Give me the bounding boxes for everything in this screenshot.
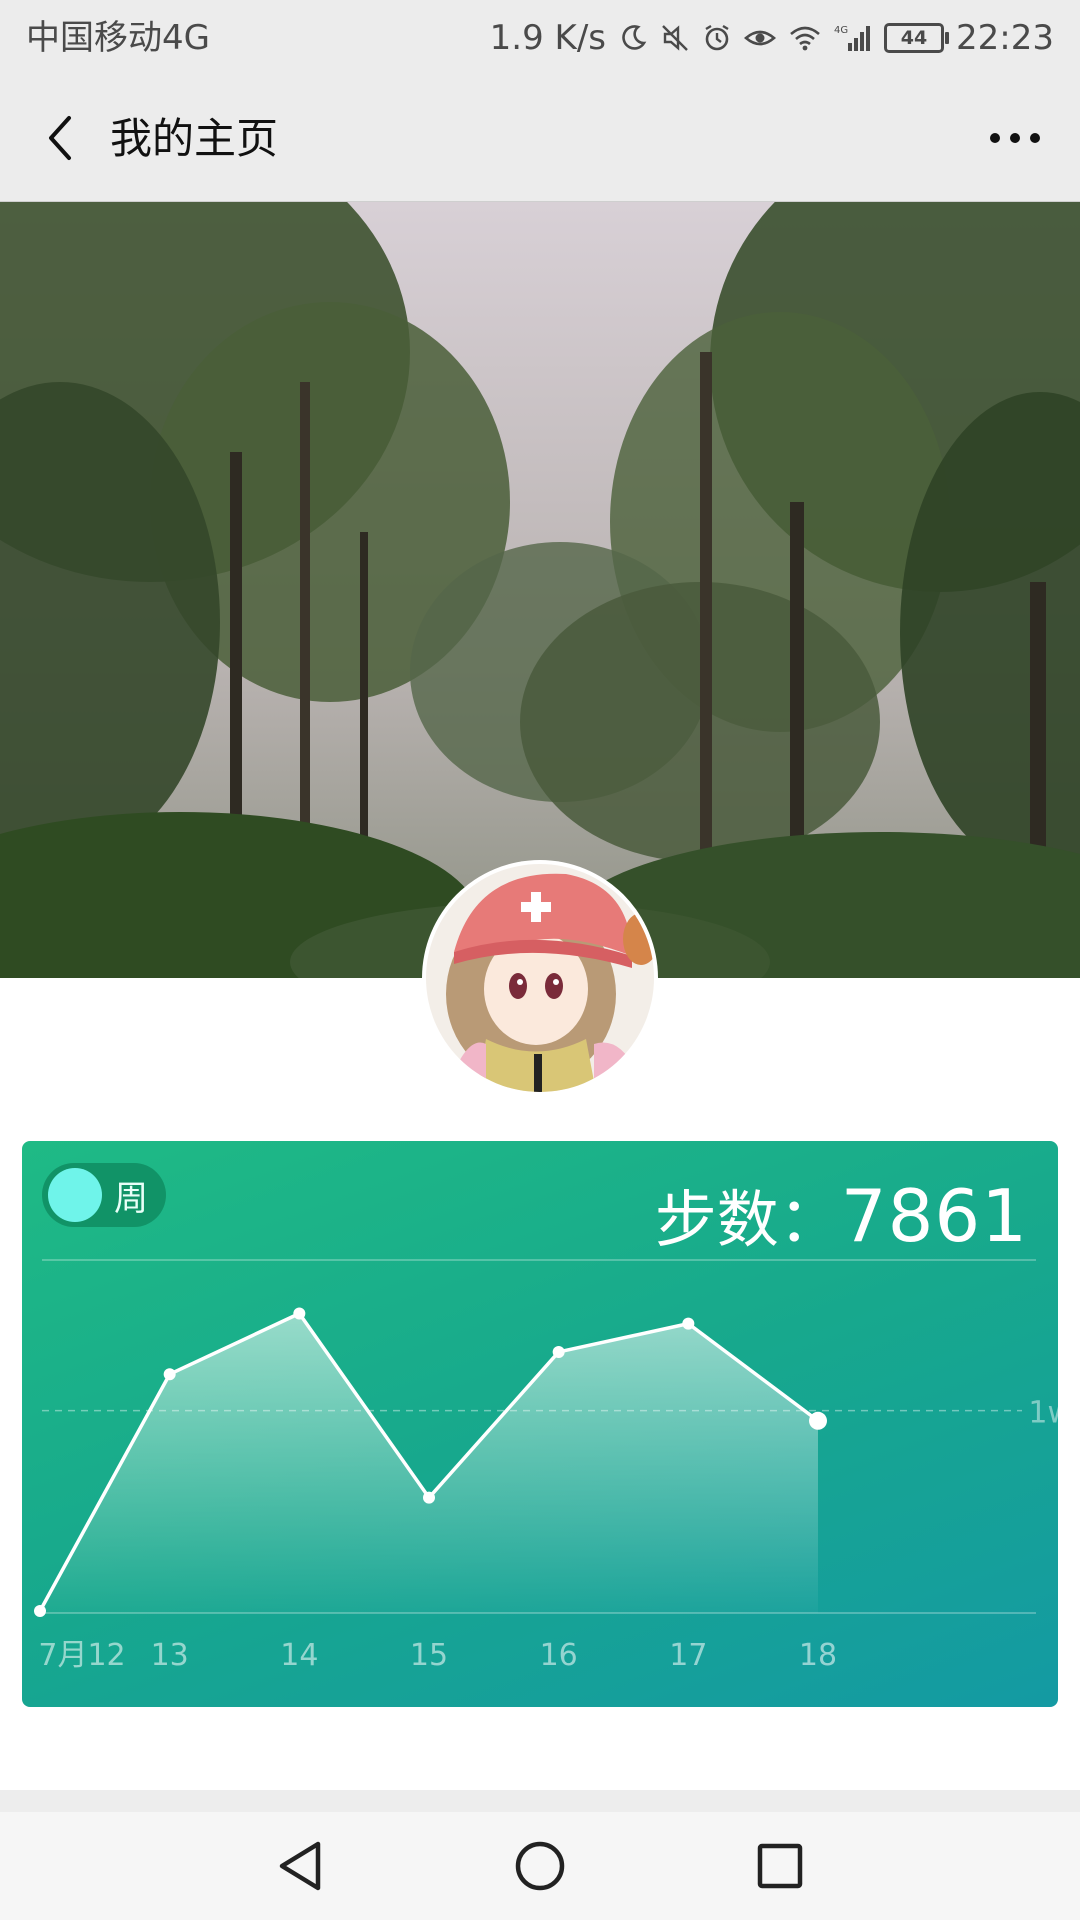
- status-bar: 中国移动4G 1.9 K/s 4G 44 22:23: [0, 0, 1080, 76]
- data-point: [34, 1604, 46, 1617]
- following-section-strip: [0, 1790, 1080, 1812]
- nav-home-button[interactable]: [500, 1826, 580, 1906]
- cover-image[interactable]: [0, 202, 1080, 978]
- carrier-label: 中国移动4G: [26, 18, 210, 58]
- nav-bar: 我的主页: [0, 76, 1080, 202]
- svg-text:4G: 4G: [834, 25, 848, 36]
- alarm-icon: [702, 23, 732, 53]
- network-speed: 1.9 K/s: [489, 18, 607, 58]
- anime-girl-avatar: [426, 864, 654, 1092]
- wifi-icon: [788, 23, 822, 53]
- eye-icon: [744, 23, 777, 53]
- more-dots-icon: [990, 133, 1040, 143]
- forest-photo: [0, 202, 1080, 978]
- data-point: [163, 1368, 176, 1381]
- system-nav-bar: [0, 1812, 1080, 1920]
- x-tick-label: 18: [799, 1638, 837, 1673]
- x-tick-label: 14: [280, 1638, 318, 1673]
- data-point: [682, 1317, 695, 1330]
- data-point: [293, 1307, 306, 1320]
- mute-icon: [660, 23, 690, 53]
- clock: 22:23: [956, 18, 1054, 58]
- x-tick-label: 15: [410, 1638, 448, 1673]
- page-title: 我的主页: [110, 114, 279, 163]
- nav-back-button[interactable]: [260, 1826, 340, 1906]
- nav-recents-button[interactable]: [740, 1826, 820, 1906]
- period-label: 周: [114, 1178, 148, 1219]
- reference-line-label: 1w: [1028, 1396, 1058, 1431]
- data-point: [552, 1345, 565, 1358]
- x-tick-label: 16: [540, 1638, 578, 1673]
- steps-summary: 步数： 7861: [655, 1169, 1028, 1259]
- signal-4g-icon: 4G: [834, 23, 872, 53]
- data-point: [423, 1491, 435, 1504]
- data-point: [809, 1411, 827, 1430]
- chevron-left-icon: [49, 116, 71, 160]
- x-tick-label: 13: [151, 1638, 189, 1673]
- moon-icon: [618, 23, 648, 53]
- square-recents-icon: [757, 1843, 803, 1889]
- steps-label: 步数：: [654, 1183, 841, 1256]
- triangle-back-icon: [279, 1841, 321, 1891]
- period-toggle[interactable]: 周: [42, 1163, 166, 1227]
- back-button[interactable]: [30, 106, 90, 170]
- battery-icon: 44: [884, 23, 950, 53]
- more-button[interactable]: [980, 106, 1050, 170]
- steps-card[interactable]: 1w 7月12 13 14 15 16 17 18 周 步数： 7861: [22, 1141, 1058, 1707]
- avatar[interactable]: [426, 864, 654, 1092]
- steps-value: 7861: [840, 1174, 1028, 1258]
- x-tick-label: 7月12: [38, 1638, 125, 1673]
- battery-level: 44: [900, 27, 928, 49]
- x-tick-label: 17: [669, 1638, 707, 1673]
- toggle-knob[interactable]: [48, 1168, 102, 1222]
- status-icons: 1.9 K/s 4G 44 22:23: [490, 0, 1054, 76]
- circle-home-icon: [515, 1841, 565, 1891]
- area-fill: [40, 1313, 818, 1613]
